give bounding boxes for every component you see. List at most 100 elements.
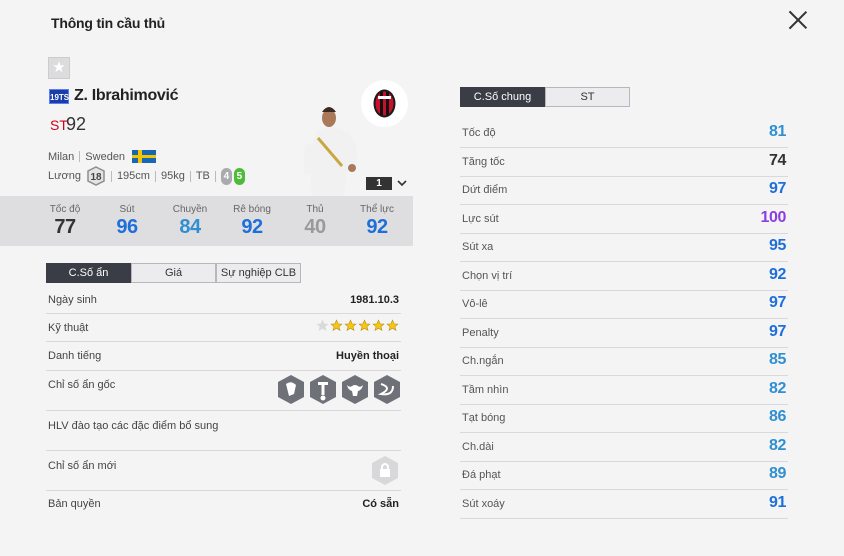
attribute-row: Chọn vị trí 92 xyxy=(460,263,788,291)
attribute-row: Ch.dài 82 xyxy=(460,434,788,462)
attribute-row: Vô-lê 97 xyxy=(460,291,788,319)
license-value: Có sẵn xyxy=(362,498,399,510)
detail-row-traits: Chỉ số ẩn gốc xyxy=(46,371,401,411)
detail-row-coach[interactable]: HLV đào tạo các đặc điểm bổ sung xyxy=(46,411,401,451)
attribute-label: Tốc độ xyxy=(462,127,496,139)
detail-row-skill: Kỹ thuật xyxy=(46,314,401,342)
nation-name: Sweden xyxy=(85,150,126,163)
detail-label: Chỉ số ẩn mới xyxy=(48,460,117,472)
attribute-value: 95 xyxy=(769,237,786,254)
tiki-taka-icon[interactable] xyxy=(277,374,305,405)
stat-value: 77 xyxy=(54,216,76,238)
player-name: Z. Ibrahimović xyxy=(74,87,179,104)
attribute-value: 97 xyxy=(769,322,786,340)
detail-label: Chỉ số ẩn gốc xyxy=(48,379,116,391)
stat-value: 84 xyxy=(179,216,201,238)
flair-icon[interactable] xyxy=(373,374,401,405)
star-filled-icon xyxy=(372,319,385,331)
player-overall: 92 xyxy=(66,114,87,134)
chevron-down-icon[interactable] xyxy=(396,176,408,188)
attribute-row: Tầm nhìn 82 xyxy=(460,377,788,405)
attribute-row: Lực sút 100 xyxy=(460,206,788,234)
stat-label: Sút xyxy=(119,204,135,215)
player-rank-badge[interactable]: 1 xyxy=(366,177,392,190)
height: 195cm xyxy=(116,170,150,182)
attribute-row: Đá phạt 89 xyxy=(460,462,788,490)
player-info-row: Lương 18 195cm 95kg TB 4 5 xyxy=(48,166,245,186)
attribute-value: 92 xyxy=(769,265,786,283)
attribute-value: 86 xyxy=(769,408,786,425)
star-empty-icon xyxy=(316,319,329,331)
weight: 95kg xyxy=(160,170,185,182)
star-filled-icon xyxy=(330,319,343,331)
divider xyxy=(189,170,191,182)
attribute-label: Sút xa xyxy=(462,241,494,253)
stat-value: 40 xyxy=(304,216,326,238)
attribute-label: Tạt bóng xyxy=(462,412,506,424)
detail-label: Danh tiếng xyxy=(48,350,102,362)
attribute-row: Tạt bóng 86 xyxy=(460,405,788,433)
attribute-value: 85 xyxy=(769,351,786,368)
tab-hidden-stats[interactable]: C.Số ẩn xyxy=(46,263,131,283)
power-header-icon[interactable] xyxy=(309,374,337,405)
attribute-label: Dứt điểm xyxy=(462,184,508,196)
stat-value: 96 xyxy=(116,216,138,238)
tab-position-st[interactable]: ST xyxy=(545,87,630,107)
close-icon[interactable] xyxy=(786,8,810,32)
stat-label: Thủ xyxy=(306,204,324,215)
sweden-flag-icon xyxy=(132,150,157,163)
attribute-value: 97 xyxy=(769,294,786,311)
attribute-label: Đá phạt xyxy=(462,469,501,481)
wage-value: 18 xyxy=(90,172,102,183)
attribute-row: Penalty 97 xyxy=(460,320,788,348)
divider xyxy=(154,170,156,182)
summary-stat: Sút 96 xyxy=(97,204,157,239)
summary-stat: Thể lực 92 xyxy=(347,204,407,239)
attribute-label: Tầm nhìn xyxy=(462,383,509,396)
attribute-label: Vô-lê xyxy=(462,298,488,310)
detail-label: Ngày sinh xyxy=(48,294,97,306)
body-type: TB xyxy=(195,170,210,182)
summary-stat: Rê bóng 92 xyxy=(222,204,282,239)
attribute-value: 91 xyxy=(769,493,786,511)
stat-label: Tốc độ xyxy=(49,204,81,215)
stat-label: Rê bóng xyxy=(233,204,271,215)
birth-date: 1981.10.3 xyxy=(350,294,399,306)
attribute-row: Sút xoáy 91 xyxy=(460,491,788,519)
star-filled-icon xyxy=(386,319,399,331)
tab-price[interactable]: Giá xyxy=(131,263,216,283)
stat-value: 92 xyxy=(241,216,263,238)
attribute-row: Tăng tốc 74 xyxy=(460,149,788,177)
attribute-label: Penalty xyxy=(462,326,499,339)
attribute-row: Tốc độ 81 xyxy=(460,120,788,148)
favorite-star-icon[interactable]: ★ xyxy=(48,57,70,79)
detail-row-new-traits: Chỉ số ẩn mới xyxy=(46,451,401,491)
attribute-label: Lực sút xyxy=(462,212,499,225)
attribute-value: 97 xyxy=(769,180,786,197)
tab-general-stats[interactable]: C.Số chung xyxy=(460,87,545,107)
attribute-label: Ch.dài xyxy=(462,440,494,453)
tab-club-career[interactable]: Sự nghiệp CLB xyxy=(216,263,301,283)
summary-stat: Thủ 40 xyxy=(285,204,345,239)
star-filled-icon xyxy=(358,319,371,331)
club-nation-row: Milan Sweden xyxy=(48,150,157,163)
lock-icon[interactable] xyxy=(371,455,399,489)
attribute-value: 82 xyxy=(769,436,786,454)
club-logo-icon xyxy=(361,80,408,127)
detail-row-birth: Ngày sinh 1981.10.3 xyxy=(46,287,401,314)
attribute-value: 82 xyxy=(769,379,786,397)
divider xyxy=(79,151,81,162)
weak-foot-badge: 4 xyxy=(220,167,232,185)
detail-label: Kỹ thuật xyxy=(48,322,89,334)
summary-stats-bar: Tốc độ 77 Sút 96 Chuyền 84 Rê bóng 92 Thủ 40 … xyxy=(0,196,413,246)
attribute-label: Ch.ngắn xyxy=(462,355,504,367)
season-badge: 19TS xyxy=(49,89,69,104)
dialog-title: Thông tin cầu thủ xyxy=(51,15,166,31)
attribute-label: Sút xoáy xyxy=(462,497,505,510)
detail-tabs: C.Số ẩn Giá Sự nghiệp CLB xyxy=(46,263,301,283)
bull-icon[interactable] xyxy=(341,374,369,405)
stat-label: Thể lực xyxy=(360,204,394,215)
attribute-value: 89 xyxy=(769,465,786,482)
attribute-row: Dứt điểm 97 xyxy=(460,177,788,205)
attribute-label: Tăng tốc xyxy=(462,155,505,168)
